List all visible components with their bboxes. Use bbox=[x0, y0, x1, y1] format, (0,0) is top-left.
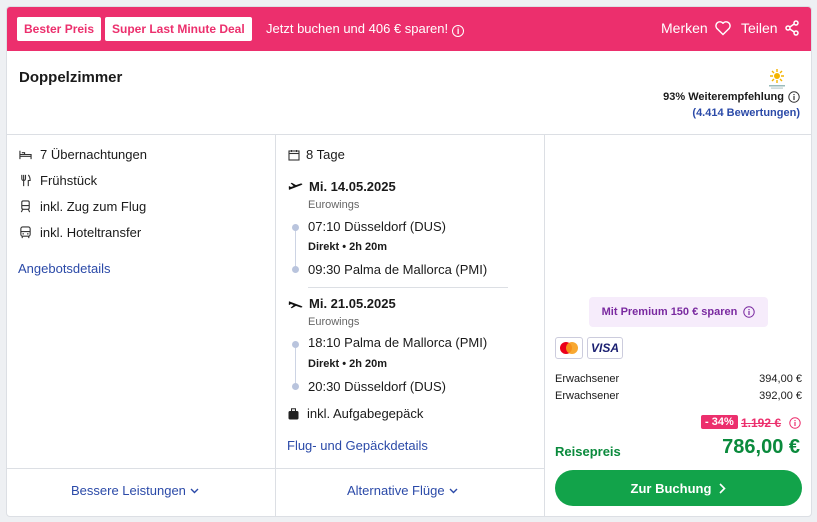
suitcase-icon bbox=[288, 407, 299, 419]
feature-train: inkl. Zug zum Flug bbox=[19, 199, 146, 214]
outbound-date-label: Mi. 14.05.2025 bbox=[309, 179, 396, 194]
inbound-arrival: 20:30 Düsseldorf (DUS) bbox=[308, 379, 446, 394]
duration-label: 8 Tage bbox=[306, 147, 345, 162]
share-icon bbox=[784, 20, 799, 36]
old-price: 1.192 € bbox=[741, 416, 782, 430]
feature-label: Frühstück bbox=[40, 173, 98, 188]
outbound-direct: Direkt • 2h 20m bbox=[308, 241, 388, 253]
chevron-down-icon bbox=[190, 488, 199, 493]
visa-icon: VISA bbox=[587, 337, 623, 359]
offer-details-link[interactable]: Angebotsdetails bbox=[18, 261, 111, 276]
flight-details-link[interactable]: Flug- und Gepäckdetails bbox=[287, 438, 428, 453]
recommendation-label: 93% Weiterempfehlung bbox=[663, 91, 784, 103]
outbound-departure: 07:10 Düsseldorf (DUS) bbox=[308, 219, 446, 234]
cutlery-icon bbox=[21, 174, 31, 187]
timeline-line bbox=[295, 348, 296, 384]
price-row: Erwachsener 392,00 € bbox=[555, 390, 802, 402]
luggage-info: inkl. Aufgabegepäck bbox=[288, 406, 423, 421]
timeline-dot bbox=[292, 224, 299, 231]
timeline-dot bbox=[292, 266, 299, 273]
premium-savings-badge[interactable]: Mit Premium 150 € sparen bbox=[589, 297, 768, 327]
sun-logo-icon bbox=[769, 69, 785, 89]
divider bbox=[7, 468, 544, 469]
bus-icon bbox=[20, 226, 31, 239]
inbound-airline: Eurowings bbox=[308, 316, 360, 328]
badge-best-price: Bester Preis bbox=[17, 17, 102, 41]
feature-label: inkl. Zug zum Flug bbox=[40, 199, 147, 214]
inbound-date-label: Mi. 21.05.2025 bbox=[309, 296, 396, 311]
book-button-label: Zur Buchung bbox=[630, 480, 712, 496]
divider bbox=[275, 134, 276, 516]
premium-label: Mit Premium 150 € sparen bbox=[601, 306, 738, 318]
divider bbox=[308, 287, 508, 288]
feature-label: 7 Übernachtungen bbox=[40, 147, 147, 162]
timeline-dot bbox=[292, 383, 299, 390]
outbound-date: Mi. 14.05.2025 bbox=[288, 179, 396, 194]
promo-label: Jetzt buchen und 406 € sparen! bbox=[266, 21, 449, 36]
heart-icon bbox=[714, 21, 731, 36]
share-button[interactable]: Teilen bbox=[741, 18, 800, 38]
offer-card: Bester Preis Super Last Minute Deal Jetz… bbox=[6, 6, 812, 517]
divider bbox=[7, 134, 811, 135]
inbound-departure: 18:10 Palma de Mallorca (PMI) bbox=[308, 335, 488, 350]
recommendation: 93% Weiterempfehlung bbox=[663, 91, 800, 103]
outbound-airline: Eurowings bbox=[308, 199, 360, 211]
info-icon[interactable] bbox=[789, 417, 801, 429]
reviews-link[interactable]: (4.414 Bewertungen) bbox=[692, 107, 800, 119]
luggage-label: inkl. Aufgabegepäck bbox=[307, 406, 424, 421]
feature-nights: 7 Übernachtungen bbox=[19, 147, 147, 162]
alternative-flights-link[interactable]: Alternative Flüge bbox=[347, 483, 458, 498]
feature-label: inkl. Hoteltransfer bbox=[40, 225, 142, 240]
alternative-flights-label: Alternative Flüge bbox=[347, 483, 445, 498]
promo-text: Jetzt buchen und 406 € sparen! i bbox=[266, 19, 465, 39]
chevron-down-icon bbox=[449, 488, 458, 493]
total-price: 786,00 € bbox=[722, 436, 800, 458]
calendar-icon bbox=[288, 149, 300, 161]
info-icon[interactable] bbox=[788, 91, 800, 103]
trip-duration: 8 Tage bbox=[288, 147, 345, 162]
timeline-dot bbox=[292, 341, 299, 348]
chevron-right-icon bbox=[719, 482, 727, 494]
mastercard-icon bbox=[555, 337, 583, 359]
info-icon bbox=[743, 306, 756, 318]
better-services-label: Bessere Leistungen bbox=[71, 483, 186, 498]
badge-last-minute: Super Last Minute Deal bbox=[105, 17, 252, 41]
save-label: Merken bbox=[661, 20, 708, 36]
inbound-date: Mi. 21.05.2025 bbox=[288, 296, 396, 311]
save-button[interactable]: Merken bbox=[661, 18, 732, 38]
room-title: Doppelzimmer bbox=[19, 69, 123, 86]
info-icon[interactable]: i bbox=[452, 25, 465, 37]
price-row-label: Erwachsener bbox=[555, 373, 620, 385]
outbound-arrival: 09:30 Palma de Mallorca (PMI) bbox=[308, 262, 488, 277]
divider bbox=[544, 134, 545, 516]
deal-bar: Bester Preis Super Last Minute Deal Jetz… bbox=[7, 7, 811, 51]
book-button[interactable]: Zur Buchung bbox=[555, 470, 802, 506]
price-row-label: Erwachsener bbox=[555, 390, 620, 402]
price-row-value: 392,00 € bbox=[759, 390, 802, 402]
plane-departure-icon bbox=[288, 182, 303, 190]
train-icon bbox=[20, 200, 31, 213]
feature-breakfast: Frühstück bbox=[19, 173, 97, 188]
feature-transfer: inkl. Hoteltransfer bbox=[19, 225, 141, 240]
plane-arrival-icon bbox=[288, 300, 303, 308]
share-label: Teilen bbox=[741, 20, 778, 36]
bed-icon bbox=[19, 150, 32, 160]
price-row-value: 394,00 € bbox=[759, 373, 802, 385]
inbound-direct: Direkt • 2h 20m bbox=[308, 358, 388, 370]
discount-badge: - 34% bbox=[701, 415, 738, 429]
total-label: Reisepreis bbox=[555, 444, 621, 459]
timeline-line bbox=[295, 231, 296, 267]
better-services-link[interactable]: Bessere Leistungen bbox=[71, 483, 199, 498]
price-row: Erwachsener 394,00 € bbox=[555, 373, 802, 385]
